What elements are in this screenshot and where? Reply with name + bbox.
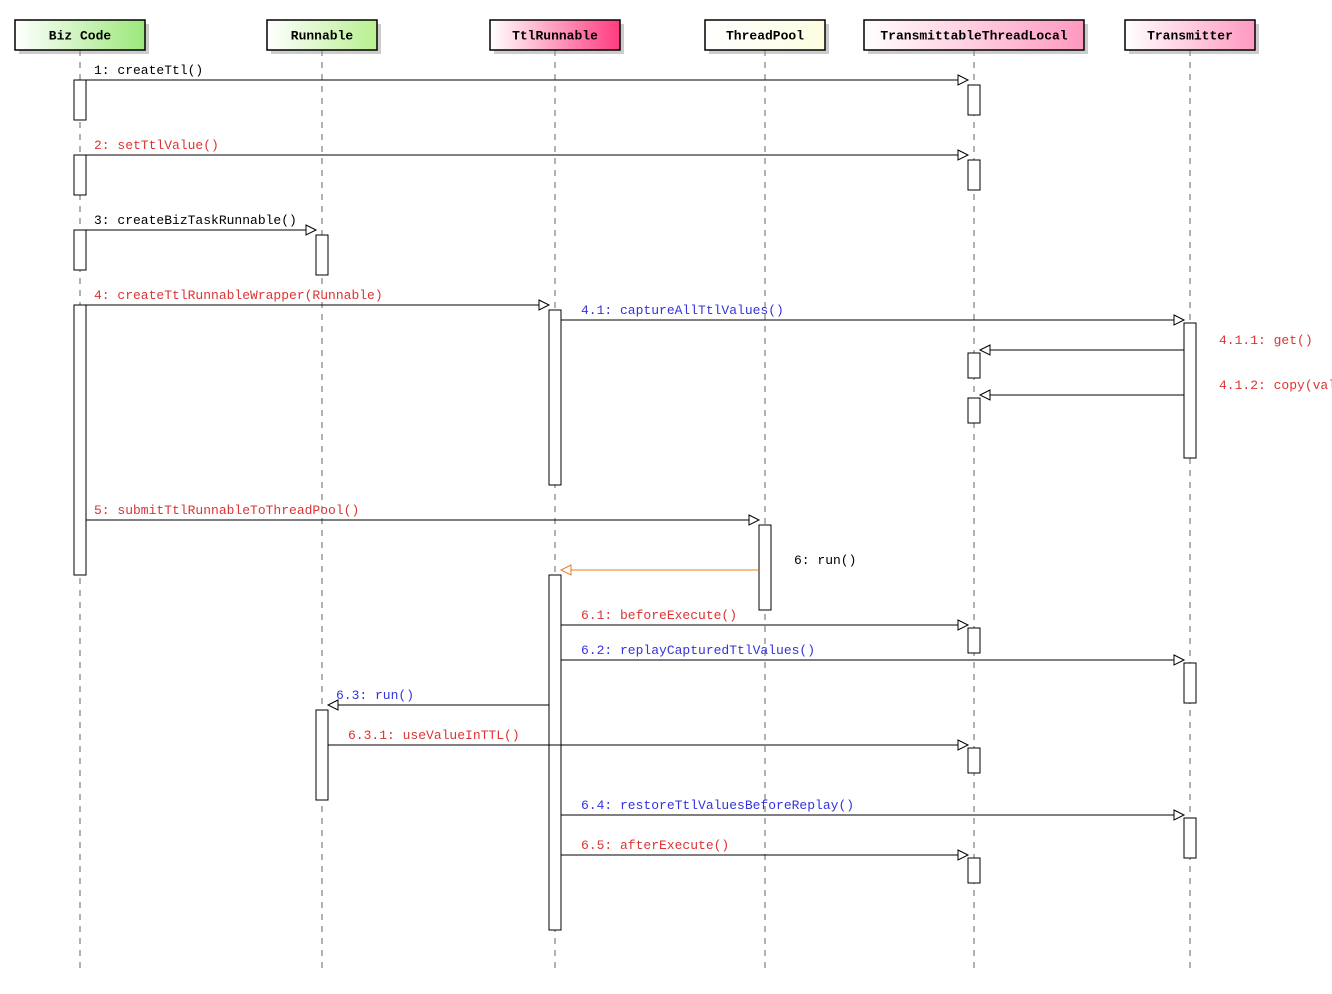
participant-label-tp: ThreadPool — [726, 28, 804, 43]
message-label: 6.5: afterExecute() — [581, 838, 729, 853]
arrowhead-icon — [958, 75, 968, 85]
message-label: 6.4: restoreTtlValuesBeforeReplay() — [581, 798, 854, 813]
activation-ttl — [968, 628, 980, 653]
activation-ttl — [968, 85, 980, 115]
participant-label-tx: Transmitter — [1147, 28, 1233, 43]
activation-ttl — [968, 353, 980, 378]
participant-label-biz: Biz Code — [49, 28, 112, 43]
arrowhead-icon — [958, 620, 968, 630]
participant-label-run: Runnable — [291, 28, 354, 43]
activation-ttl — [968, 858, 980, 883]
activation-biz — [74, 230, 86, 270]
message-label: 6.2: replayCapturedTtlValues() — [581, 643, 815, 658]
message-label: 6.1: beforeExecute() — [581, 608, 737, 623]
activation-run — [316, 235, 328, 275]
message-label: 6.3.1: useValueInTTL() — [348, 728, 520, 743]
message-label: 4.1: captureAllTtlValues() — [581, 303, 784, 318]
participant-label-ttlr: TtlRunnable — [512, 28, 598, 43]
arrowhead-icon — [958, 740, 968, 750]
arrowhead-icon — [980, 345, 990, 355]
message-label: 4.1.1: get() — [1219, 333, 1313, 348]
message-label: 6: run() — [794, 553, 856, 568]
message-label: 6.3: run() — [336, 688, 414, 703]
sequence-diagram: Biz Code Runnable TtlRunnable ThreadPool Tra… — [0, 0, 1332, 994]
arrowhead-icon — [980, 390, 990, 400]
activation-biz — [74, 305, 86, 575]
activation-tx — [1184, 323, 1196, 458]
activation-ttlr — [549, 310, 561, 485]
arrowhead-icon — [561, 565, 571, 575]
activation-ttlr — [549, 575, 561, 930]
message-label: 5: submitTtlRunnableToThreadPool() — [94, 503, 359, 518]
arrowhead-icon — [749, 515, 759, 525]
message-label: 2: setTtlValue() — [94, 138, 219, 153]
message-label: 4.1.2: copy(value:T) — [1219, 378, 1332, 393]
message-label: 1: createTtl() — [94, 63, 203, 78]
message-label: 4: createTtlRunnableWrapper(Runnable) — [94, 288, 383, 303]
activation-tx — [1184, 818, 1196, 858]
activation-biz — [74, 80, 86, 120]
arrowhead-icon — [958, 150, 968, 160]
arrowhead-icon — [958, 850, 968, 860]
activation-ttl — [968, 160, 980, 190]
activation-ttl — [968, 748, 980, 773]
message-label: 3: createBizTaskRunnable() — [94, 213, 297, 228]
activation-tx — [1184, 663, 1196, 703]
activation-ttl — [968, 398, 980, 423]
participant-label-ttl: TransmittableThreadLocal — [880, 28, 1067, 43]
arrowhead-icon — [1174, 810, 1184, 820]
arrowhead-icon — [1174, 315, 1184, 325]
arrowhead-icon — [306, 225, 316, 235]
activation-tp — [759, 525, 771, 610]
activation-run — [316, 710, 328, 800]
activation-biz — [74, 155, 86, 195]
arrowhead-icon — [1174, 655, 1184, 665]
arrowhead-icon — [539, 300, 549, 310]
